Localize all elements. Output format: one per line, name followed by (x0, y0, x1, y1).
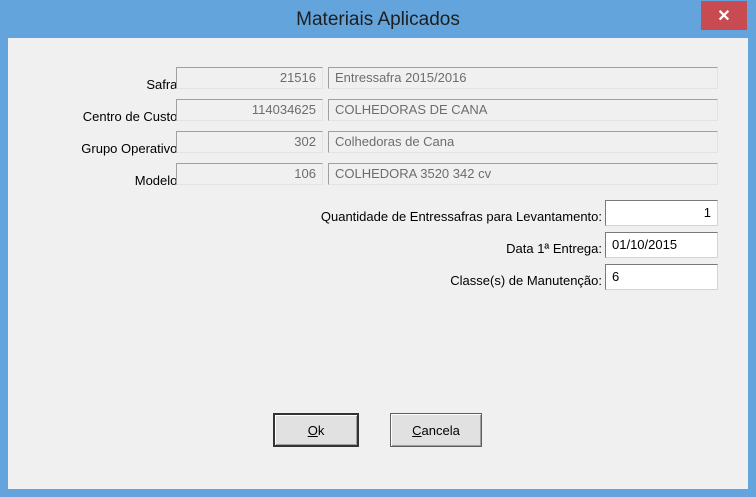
data-entrega-label: Data 1ª Entrega: (506, 241, 602, 256)
grupo-operativo-label: Grupo Operativo: (81, 141, 181, 156)
cancel-button-mnemonic: C (412, 422, 422, 438)
grupo-operativo-description-field: Colhedoras de Cana (328, 131, 718, 153)
window-title: Materiais Aplicados (296, 9, 460, 30)
grupo-operativo-code-field: 302 (176, 131, 323, 153)
modelo-description-field: COLHEDORA 3520 342 cv (328, 163, 718, 185)
quantidade-input[interactable]: 1 (605, 200, 718, 226)
modelo-code-field: 106 (176, 163, 323, 185)
ok-button[interactable]: Ok (273, 413, 359, 447)
ok-button-label: k (317, 422, 325, 438)
centro-custo-description-field: COLHEDORAS DE CANA (328, 99, 718, 121)
cancel-button[interactable]: Cancela (390, 413, 482, 447)
title-bar[interactable]: Materiais Aplicados ✕ (0, 0, 756, 38)
classes-manutencao-input[interactable]: 6 (605, 264, 718, 290)
data-entrega-input[interactable]: 01/10/2015 (605, 232, 718, 258)
safra-description-field: Entressafra 2015/2016 (328, 67, 718, 89)
quantidade-label: Quantidade de Entressafras para Levantam… (320, 209, 602, 224)
dialog-client-area: Safra: 21516 Entressafra 2015/2016 Centr… (8, 38, 748, 489)
classes-manutencao-label: Classe(s) de Manutenção: (450, 273, 602, 288)
close-icon: ✕ (717, 7, 731, 25)
dialog-window: Materiais Aplicados ✕ Safra: 21516 Entre… (0, 0, 756, 497)
close-button[interactable]: ✕ (701, 1, 747, 30)
modelo-label: Modelo: (134, 173, 181, 188)
cancel-button-label: ancela (421, 422, 460, 438)
safra-code-field: 21516 (176, 67, 323, 89)
ok-button-mnemonic: O (307, 422, 318, 438)
centro-custo-code-field: 114034625 (176, 99, 323, 121)
centro-custo-label: Centro de Custo: (82, 109, 181, 124)
